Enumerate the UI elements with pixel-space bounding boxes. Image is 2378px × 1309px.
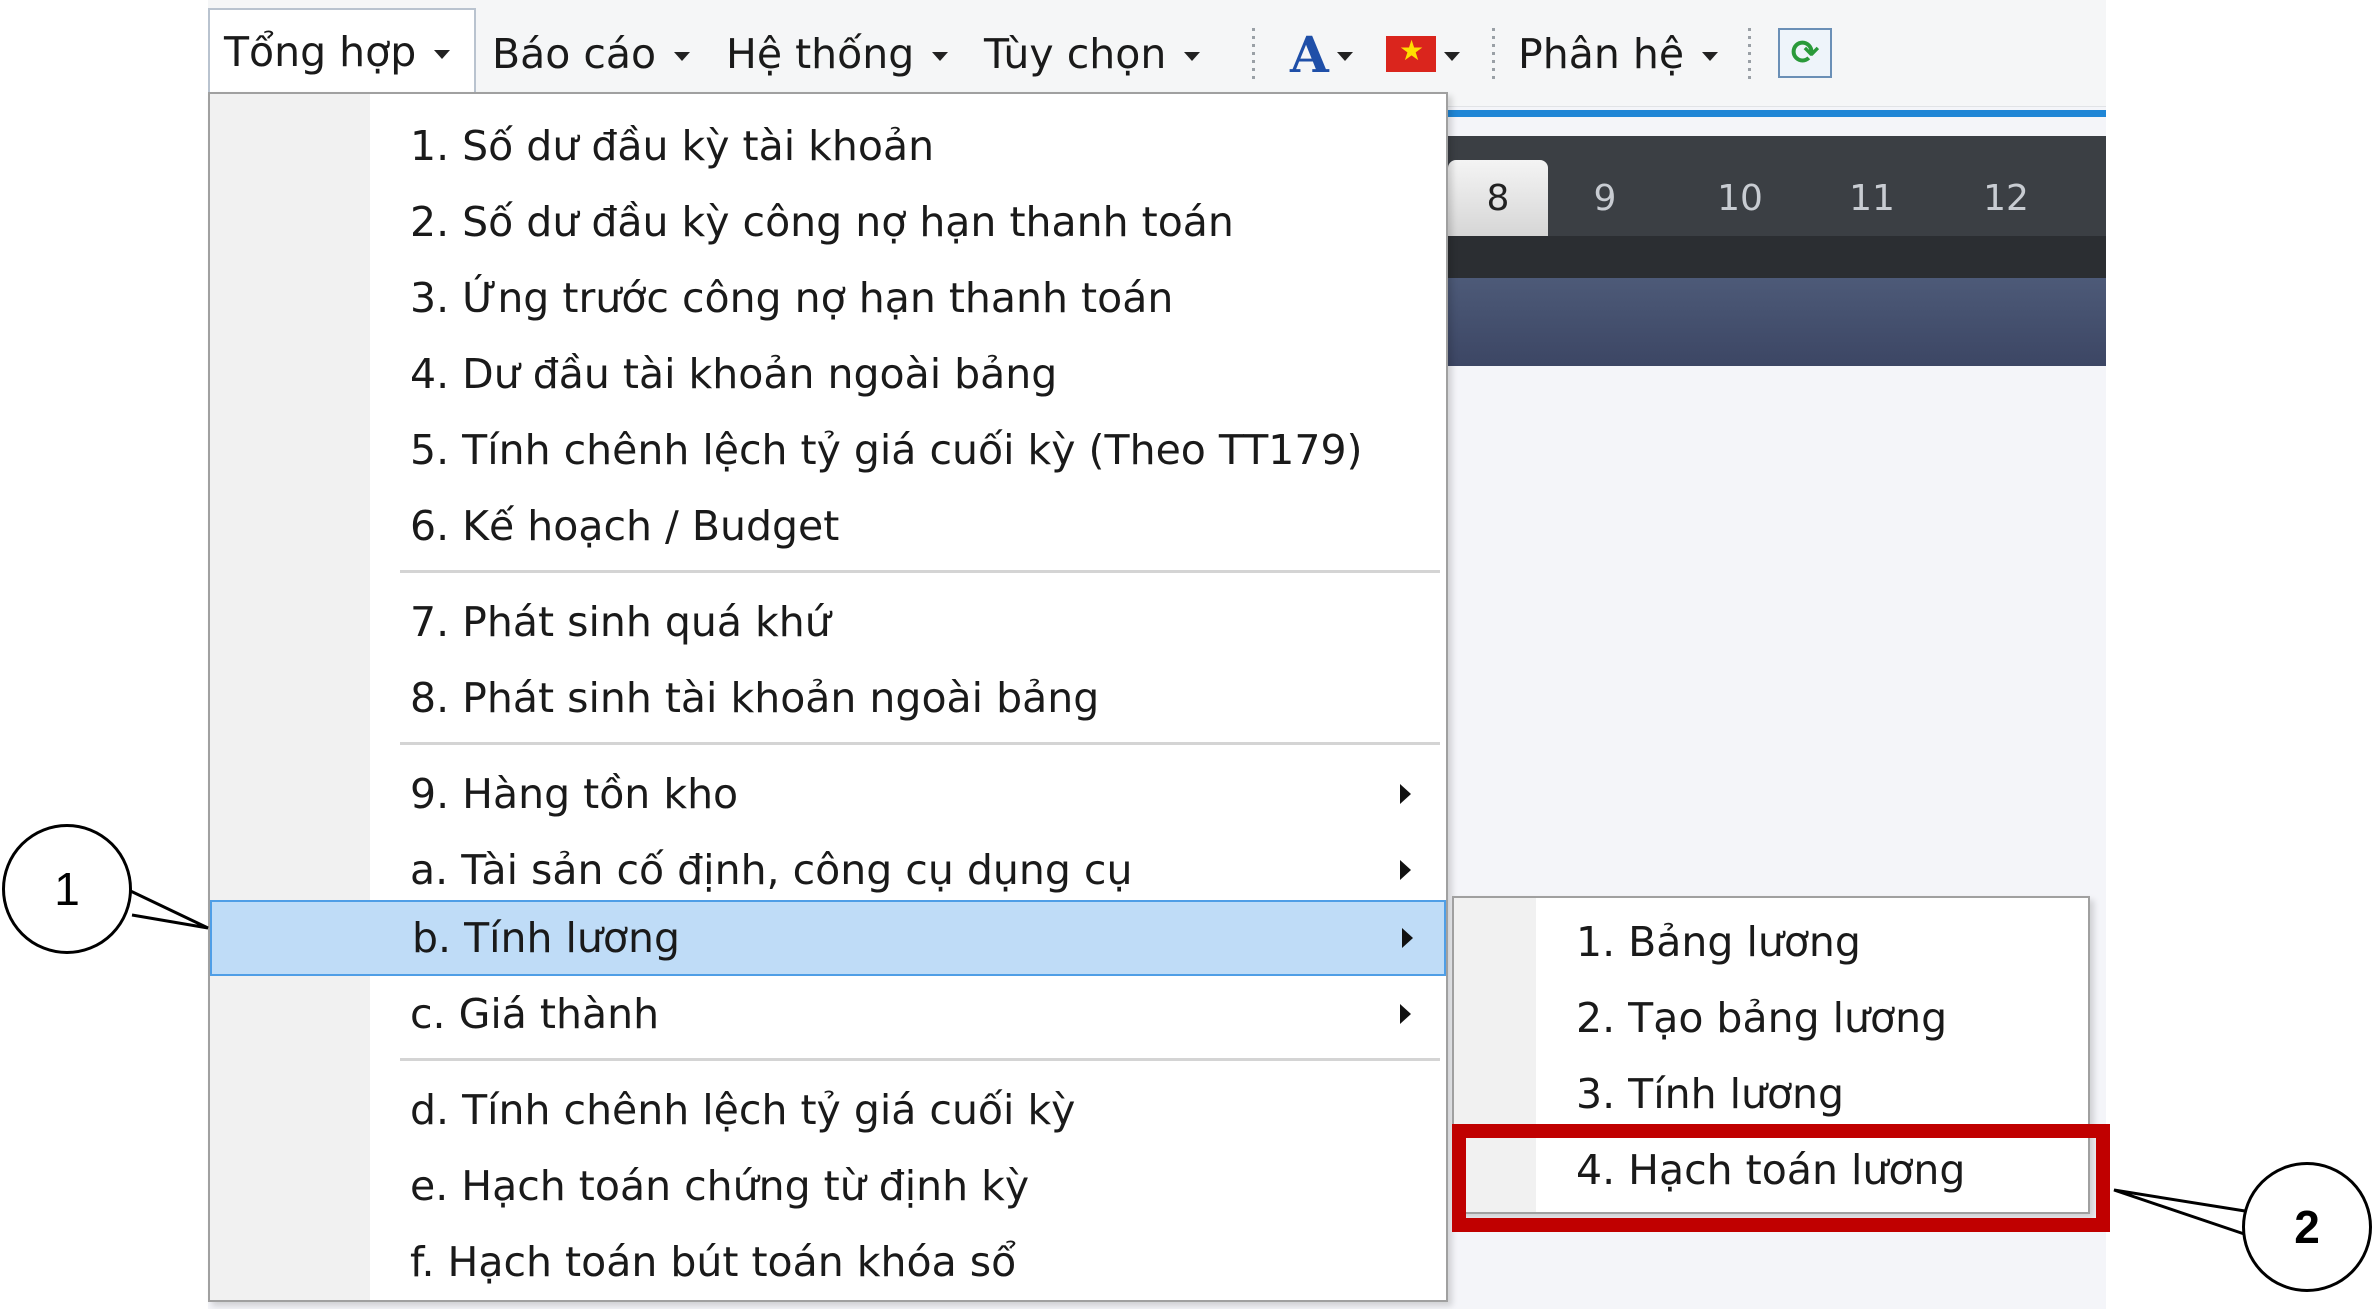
- callout-2: 2: [2242, 1162, 2372, 1292]
- callout-1: 1: [2, 824, 132, 954]
- callout-pointers: [117, 883, 2271, 1242]
